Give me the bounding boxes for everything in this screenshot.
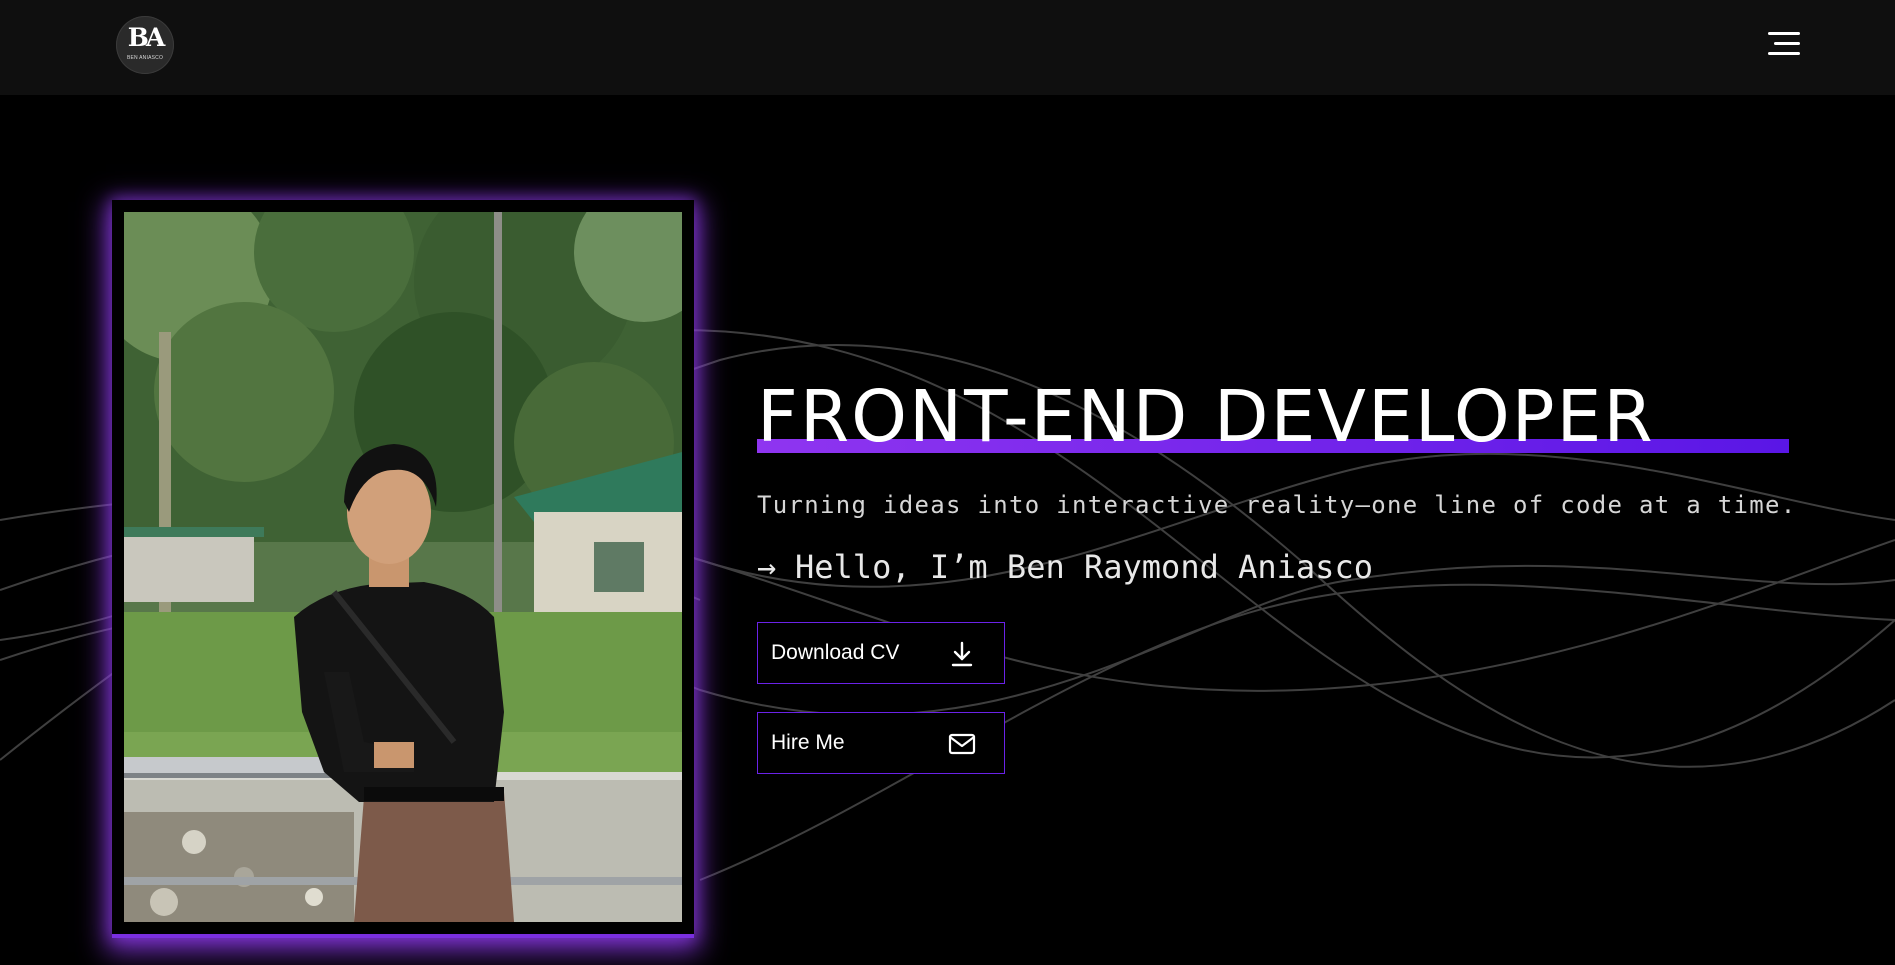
download-icon [951,641,973,667]
hire-me-label: Hire Me [771,731,845,754]
hero-title-block: FRONT-END DEVELOPER [757,374,1792,460]
logo-subtitle: BEN ANIASCO [126,55,164,61]
greeting-prefix: Hello, I’m [795,548,1007,586]
developer-name: Ben Raymond Aniasco [1006,545,1374,589]
hero-title: FRONT-END DEVELOPER [757,375,1655,458]
developer-name-text: Ben Raymond Aniasco [1006,548,1373,586]
arrow-right-icon: → [757,548,777,586]
site-header: BA BEN ANIASCO [0,0,1895,95]
greeting: → Hello, I’m Ben Raymond Aniasco [757,545,1557,589]
hero-tagline: Turning ideas into interactive reality—o… [757,491,1797,519]
logo[interactable]: BA BEN ANIASCO [116,16,174,74]
download-cv-label: Download CV [771,641,900,664]
hire-me-button[interactable]: Hire Me [757,712,1005,774]
download-cv-button[interactable]: Download CV [757,622,1005,684]
portfolio-page: BA BEN ANIASCO FRONT-END DEVELOPER Turni… [0,0,1895,965]
mail-icon [948,733,976,755]
profile-photo [124,212,682,922]
hamburger-menu-icon[interactable] [1768,30,1804,58]
logo-monogram: BA [127,23,166,52]
profile-photo-frame [112,200,694,938]
